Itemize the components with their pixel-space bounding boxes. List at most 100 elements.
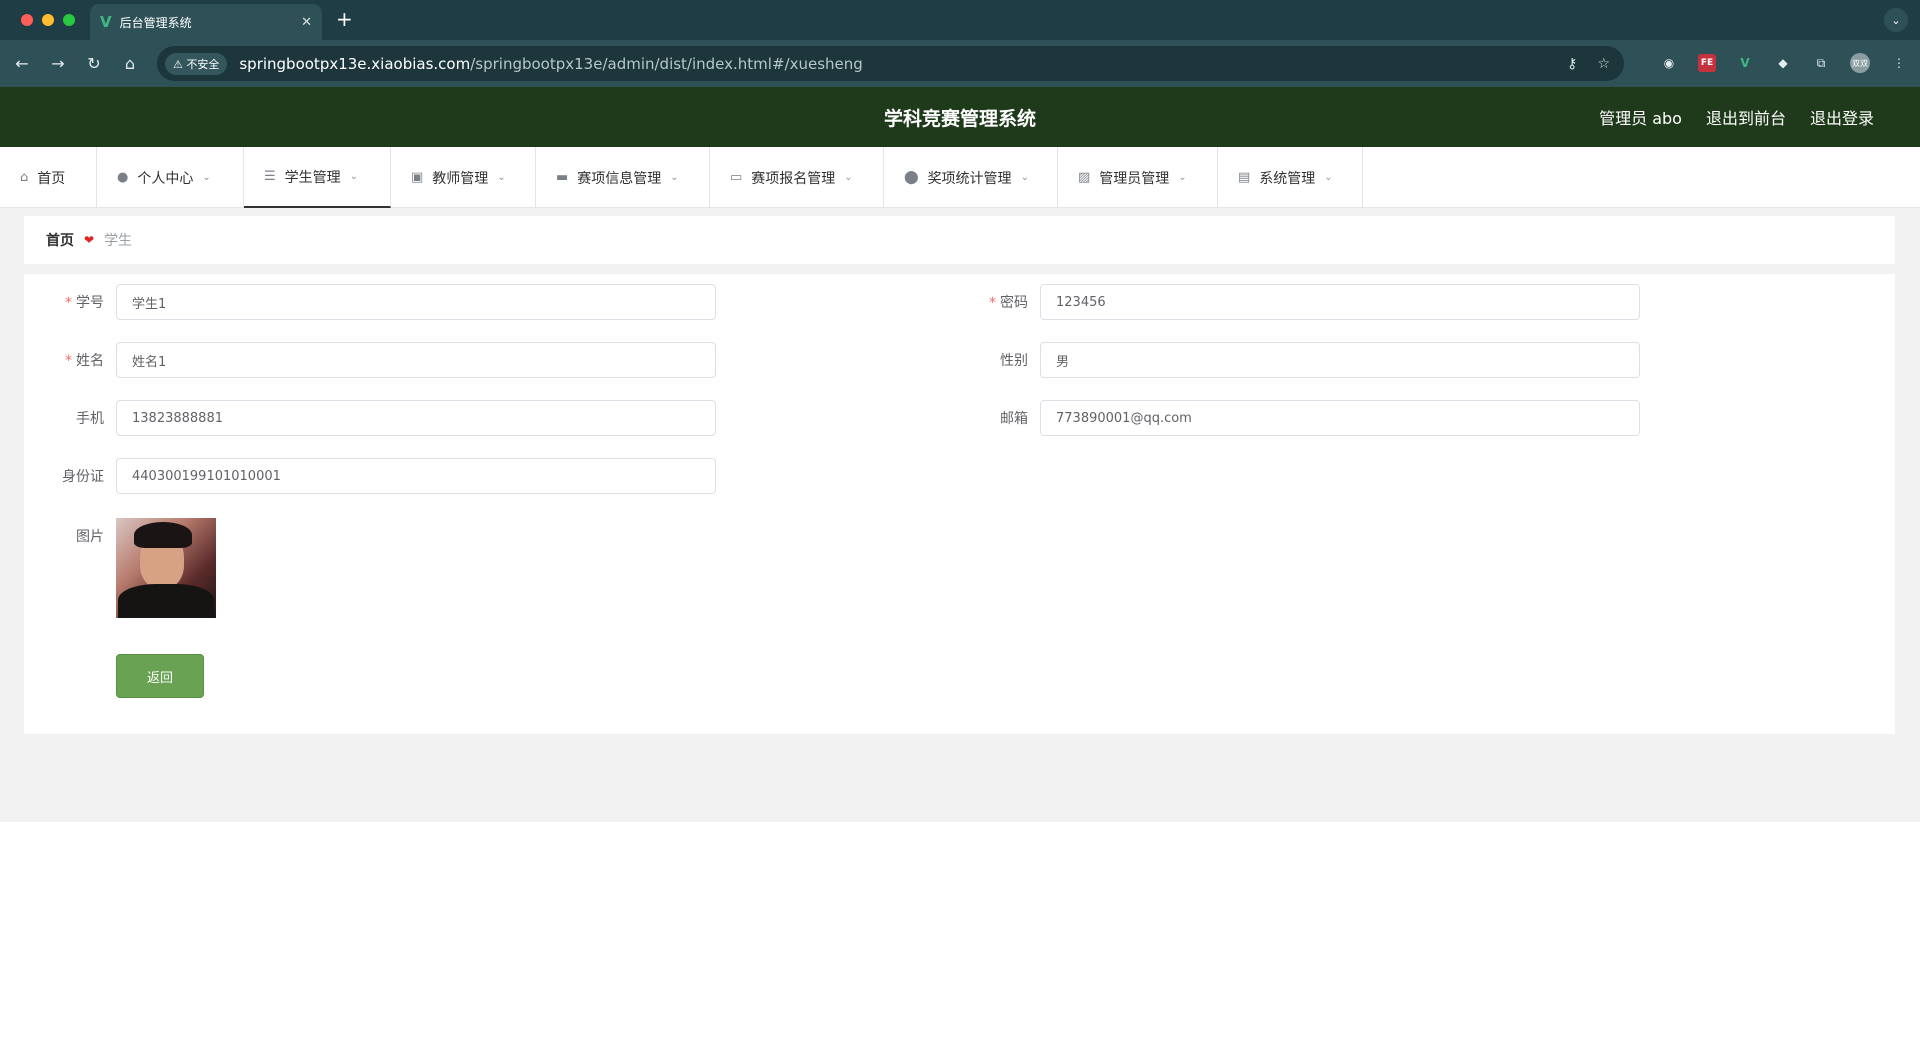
nav-item-label: 个人中心 [137, 170, 194, 187]
phone-input[interactable] [116, 400, 716, 436]
form-row-id-card: 身份证 [36, 458, 716, 494]
new-tab-button[interactable]: + [336, 7, 353, 31]
nav-item-event-registration-management[interactable]: ▭ 赛项报名管理 ⌄ [710, 147, 884, 208]
puzzle-extensions-icon[interactable]: ⧉ [1812, 54, 1830, 72]
id-card-input[interactable] [116, 458, 716, 494]
breadcrumb: 首页 ❤ 学生 [24, 216, 1895, 264]
form-row-phone: 手机 [36, 400, 716, 436]
browser-tab-active[interactable]: V 后台管理系统 ✕ [90, 4, 322, 40]
main-nav: ⌂ 首页 ● 个人中心 ⌄ ☰ 学生管理 ⌄ ▣ 教师管理 ⌄ ▬ 赛项信息管理… [0, 147, 1920, 208]
nav-item-label: 管理员管理 [1099, 170, 1170, 187]
extension-icon[interactable]: ◉ [1660, 54, 1678, 72]
nav-item-event-info-management[interactable]: ▬ 赛项信息管理 ⌄ [536, 147, 710, 208]
photo-body [118, 584, 214, 618]
bookmark-star-icon[interactable]: ☆ [1597, 56, 1610, 72]
forward-icon[interactable]: → [40, 54, 76, 73]
url-path: /springbootpx13e/admin/dist/index.html#/… [470, 54, 863, 73]
photo-hair [134, 522, 192, 548]
profile-avatar[interactable]: 双双 [1850, 53, 1870, 73]
browser-menu-icon[interactable]: ⋮ [1890, 54, 1908, 72]
required-mark: * [65, 353, 72, 369]
clipboard-icon: ▣ [411, 170, 424, 185]
form-row-password: * 密码 [960, 284, 1640, 320]
name-label: * 姓名 [36, 350, 116, 370]
form-row-gender: 性别 [960, 342, 1640, 378]
chevron-down-icon: ⌄ [670, 172, 679, 183]
chevron-down-icon: ⌄ [1324, 172, 1333, 183]
reload-icon[interactable]: ↻ [76, 54, 112, 73]
chevron-down-icon: ⌄ [497, 172, 506, 183]
chevron-down-icon: ⌄ [1020, 172, 1029, 183]
back-icon[interactable]: ← [4, 54, 40, 73]
minimize-window-button[interactable] [42, 14, 54, 26]
nav-item-system-management[interactable]: ▤ 系统管理 ⌄ [1218, 147, 1363, 208]
extensions-area: ◉ FE V ◆ ⧉ 双双 ⋮ [1660, 53, 1908, 73]
form-row-name: * 姓名 [36, 342, 716, 378]
main-content: 首页 ❤ 学生 *学号 *密码 *姓名 性别 手机 邮箱 [0, 208, 1920, 822]
app-title: 学科竞赛管理系统 [883, 107, 1036, 130]
email-input[interactable] [1040, 400, 1640, 436]
back-button[interactable]: 返回 [116, 654, 204, 698]
address-bar[interactable]: ⚠ 不安全 springbootpx13e.xiaobias.com /spri… [157, 46, 1624, 81]
close-tab-icon[interactable]: ✕ [301, 15, 312, 30]
chevron-down-icon: ⌄ [349, 171, 359, 182]
nav-item-label: 赛项报名管理 [751, 170, 836, 187]
close-window-button[interactable] [21, 14, 33, 26]
id-card-label: 身份证 [62, 469, 104, 485]
picture-label: 图片 [76, 529, 104, 545]
exit-to-front-link[interactable]: 退出到前台 [1706, 105, 1786, 129]
nav-item-admin-management[interactable]: ▨ 管理员管理 ⌄ [1058, 147, 1218, 208]
admin-user-label: 管理员 abo [1599, 109, 1682, 128]
form-row-email: 邮箱 [960, 400, 1640, 436]
nav-item-label: 教师管理 [432, 170, 489, 187]
list-icon: ☰ [264, 169, 276, 184]
student-id-input[interactable] [116, 284, 716, 320]
name-label-text: 姓名 [76, 353, 104, 369]
tab-search-icon[interactable]: ⌄ [1884, 8, 1908, 32]
person-stamp-icon: ⬤ [904, 170, 919, 185]
user-icon: ● [117, 170, 129, 185]
nav-item-teacher-management[interactable]: ▣ 教师管理 ⌄ [391, 147, 536, 208]
student-photo[interactable] [116, 518, 216, 618]
gender-input[interactable] [1040, 342, 1640, 378]
form-row-student-id: * 学号 [36, 284, 716, 320]
student-id-label: * 学号 [36, 292, 116, 312]
nav-item-home[interactable]: ⌂ 首页 [0, 147, 97, 208]
app-header: 学科竞赛管理系统 管理员 abo 退出到前台 退出登录 [0, 87, 1920, 147]
browser-tab-title: 后台管理系统 [119, 15, 192, 30]
vue-devtools-icon[interactable]: V [1736, 54, 1754, 72]
vue-favicon-icon: V [100, 13, 112, 31]
nav-item-student-management[interactable]: ☰ 学生管理 ⌄ [244, 147, 391, 208]
student-id-label-text: 学号 [76, 295, 104, 311]
phone-label: 手机 [76, 411, 104, 427]
window-controls [21, 14, 75, 26]
home-icon[interactable]: ⌂ [112, 54, 148, 73]
nav-item-label: 系统管理 [1259, 170, 1316, 187]
required-mark: * [65, 295, 72, 311]
url-host: springbootpx13e.xiaobias.com [239, 54, 471, 73]
security-indicator[interactable]: ⚠ 不安全 [165, 52, 228, 75]
nav-item-label: 奖项统计管理 [927, 170, 1012, 187]
chevron-down-icon: ⌄ [1178, 172, 1187, 183]
chevron-down-icon: ⌄ [202, 172, 211, 183]
name-input[interactable] [116, 342, 716, 378]
maximize-window-button[interactable] [63, 14, 75, 26]
fe-extension-icon[interactable]: FE [1698, 54, 1716, 72]
browser-tab-bar: V 后台管理系统 ✕ + ⌄ [0, 0, 1920, 40]
home-icon: ⌂ [20, 170, 29, 185]
heart-separator-icon: ❤ [84, 233, 95, 247]
id-card-icon: ▭ [730, 170, 743, 185]
breadcrumb-home[interactable]: 首页 [46, 230, 74, 250]
nav-item-personal-center[interactable]: ● 个人中心 ⌄ [97, 147, 244, 208]
password-key-icon[interactable]: ⚷ [1567, 56, 1577, 72]
nav-item-label: 学生管理 [284, 169, 341, 186]
nav-item-award-statistics-management[interactable]: ⬤ 奖项统计管理 ⌄ [884, 147, 1058, 208]
password-input[interactable] [1040, 284, 1640, 320]
logout-link[interactable]: 退出登录 [1810, 105, 1874, 129]
nav-item-label: 赛项信息管理 [577, 170, 662, 187]
password-label-text: 密码 [1000, 295, 1028, 311]
chart-icon: ▨ [1078, 170, 1091, 185]
password-label: * 密码 [960, 292, 1040, 312]
briefcase-icon: ▤ [1238, 170, 1251, 185]
gem-extension-icon[interactable]: ◆ [1774, 54, 1792, 72]
